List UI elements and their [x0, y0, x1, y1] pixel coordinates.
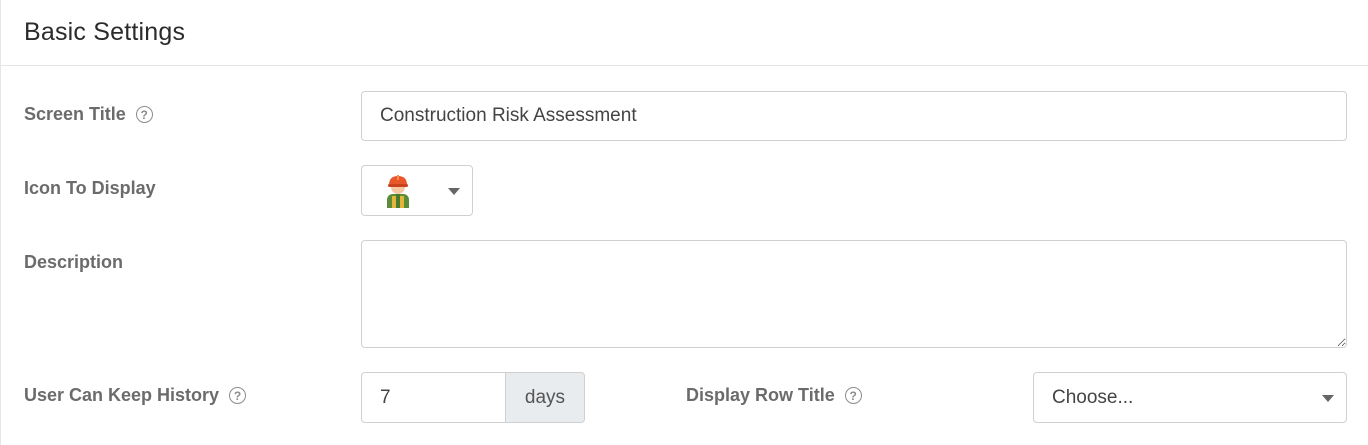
history-days-input[interactable]	[361, 372, 506, 423]
help-icon[interactable]: ?	[844, 387, 862, 404]
screen-title-label: Screen Title	[24, 104, 126, 124]
icon-to-display-label-row: Icon To Display	[24, 178, 156, 199]
section-header: Basic Settings	[1, 0, 1368, 66]
chevron-down-icon	[448, 188, 460, 195]
description-textarea[interactable]	[361, 240, 1347, 348]
display-row-title-select[interactable]: Choose...	[1033, 372, 1347, 423]
basic-settings-card: Basic Settings Screen Title ? Icon To Di…	[0, 0, 1368, 445]
section-title: Basic Settings	[24, 18, 186, 46]
help-icon[interactable]: ?	[135, 106, 153, 123]
description-label: Description	[24, 252, 124, 272]
select-value: Choose...	[1052, 386, 1134, 408]
screen-title-label-row: Screen Title ?	[24, 104, 153, 125]
display-row-title-label: Display Row Title	[686, 385, 835, 405]
display-row-title-label-row: Display Row Title ?	[686, 385, 862, 406]
keep-history-label: User Can Keep History	[24, 385, 220, 405]
screen-title-input[interactable]	[361, 91, 1347, 141]
help-icon[interactable]: ?	[229, 387, 247, 404]
chevron-down-icon	[1322, 395, 1334, 402]
description-label-row: Description	[24, 252, 123, 273]
keep-history-label-row: User Can Keep History ?	[24, 385, 247, 406]
days-addon: days	[505, 372, 585, 423]
icon-select-dropdown[interactable]	[361, 165, 473, 216]
construction-worker-icon	[387, 175, 409, 208]
icon-to-display-label: Icon To Display	[24, 178, 156, 198]
